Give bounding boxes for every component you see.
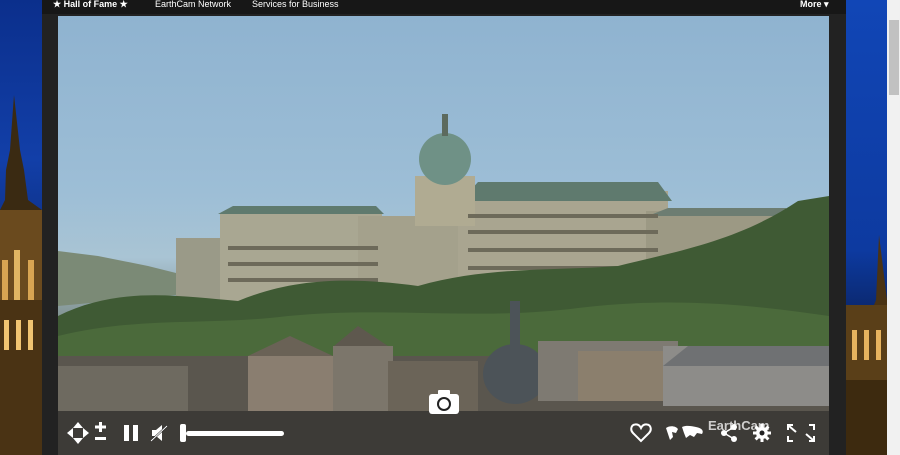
volume-slider-handle[interactable] bbox=[180, 424, 186, 442]
nav-services-for-business[interactable]: Services for Business bbox=[252, 0, 339, 10]
volume-slider-track[interactable] bbox=[186, 431, 284, 436]
zoom-out-icon[interactable] bbox=[94, 435, 108, 443]
right-background-image bbox=[846, 0, 887, 455]
mute-icon[interactable] bbox=[150, 424, 170, 442]
nav-hall-of-fame[interactable]: ★ Hall of Fame ★ bbox=[53, 0, 128, 10]
left-background-image bbox=[0, 0, 42, 455]
page-scrollbar-thumb[interactable] bbox=[889, 20, 899, 95]
heart-icon[interactable] bbox=[630, 423, 652, 443]
move-arrows-icon[interactable] bbox=[66, 421, 90, 445]
nav-more-dropdown[interactable]: More ▾ bbox=[800, 0, 829, 10]
parliament-silhouette-right bbox=[846, 235, 887, 455]
share-icon[interactable] bbox=[720, 424, 738, 442]
parliament-silhouette-left bbox=[0, 95, 42, 455]
top-nav-bar: ★ Hall of Fame ★ EarthCam Network Servic… bbox=[42, 0, 846, 14]
zoom-in-icon[interactable] bbox=[94, 421, 108, 433]
fullscreen-icon[interactable] bbox=[786, 423, 816, 443]
pause-icon[interactable] bbox=[122, 424, 140, 442]
nav-earthcam-network[interactable]: EarthCam Network bbox=[155, 0, 231, 10]
gear-icon[interactable] bbox=[752, 423, 772, 443]
world-map-icon[interactable] bbox=[664, 423, 706, 443]
camera-icon[interactable] bbox=[428, 389, 460, 415]
